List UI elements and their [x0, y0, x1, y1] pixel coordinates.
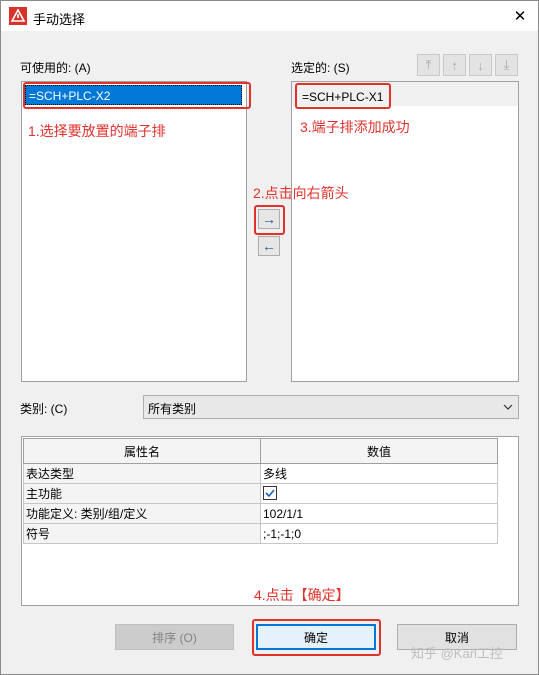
- arrow-left-icon: ←: [262, 238, 276, 254]
- property-name: 主功能: [23, 483, 261, 504]
- manual-selection-dialog: 手动选择 ✕ 可使用的: (A) 选定的: (S) ⤒ ↑ ↓ ⤓ =SCH+P…: [0, 0, 539, 675]
- table-row[interactable]: 符号 ;-1;-1;0: [23, 523, 498, 544]
- move-bottom-button[interactable]: ⤓: [495, 54, 518, 76]
- property-value[interactable]: ;-1;-1;0: [260, 523, 498, 544]
- eplan-app-icon: [9, 7, 27, 25]
- table-row[interactable]: 主功能: [23, 483, 498, 504]
- column-header-name: 属性名: [23, 438, 261, 464]
- annotation-step4: 4.点击【确定】: [254, 587, 350, 603]
- property-name: 表达类型: [23, 463, 261, 484]
- annotation-box-ok-button: [252, 619, 381, 656]
- category-label: 类别: (C): [20, 402, 68, 416]
- property-value[interactable]: 102/1/1: [260, 503, 498, 524]
- remove-left-button[interactable]: ←: [258, 236, 280, 256]
- column-header-value: 数值: [260, 438, 498, 464]
- available-label: 可使用的: (A): [20, 61, 91, 75]
- properties-header-row: 属性名 数值: [23, 438, 498, 464]
- category-select[interactable]: 所有类别: [143, 395, 519, 419]
- property-value[interactable]: [260, 483, 498, 504]
- table-row[interactable]: 功能定义: 类别/组/定义 102/1/1: [23, 503, 498, 524]
- property-value[interactable]: 多线: [260, 463, 498, 484]
- annotation-step2: 2.点击向右箭头: [253, 185, 349, 201]
- move-down-button[interactable]: ↓: [469, 54, 492, 76]
- sort-button[interactable]: 排序 (O): [115, 624, 234, 650]
- selected-label: 选定的: (S): [291, 61, 350, 75]
- main-function-checkbox[interactable]: [263, 485, 277, 500]
- watermark: 知乎 @Karl工控: [411, 646, 503, 661]
- annotation-box-available-item: [23, 82, 251, 109]
- arrow-down-icon: ↓: [477, 57, 484, 73]
- move-top-icon: ⤒: [425, 57, 432, 72]
- window-title: 手动选择: [33, 12, 86, 27]
- checkmark-icon: [265, 489, 275, 498]
- move-top-button[interactable]: ⤒: [417, 54, 440, 76]
- title-bar: 手动选择 ✕: [1, 1, 538, 31]
- arrow-up-icon: ↑: [451, 57, 458, 73]
- close-button[interactable]: ✕: [508, 5, 532, 27]
- annotation-step3: 3.端子排添加成功: [300, 119, 410, 135]
- property-name: 符号: [23, 523, 261, 544]
- move-up-button[interactable]: ↑: [443, 54, 466, 76]
- table-row[interactable]: 表达类型 多线: [23, 463, 498, 484]
- annotation-box-right-arrow: [254, 205, 285, 235]
- move-bottom-icon: ⤓: [503, 57, 510, 72]
- category-select-value: 所有类别: [148, 402, 197, 416]
- properties-table: 属性名 数值 表达类型 多线 主功能 功能定义: 类别/组/定义 102/1/1…: [23, 438, 498, 544]
- annotation-step1: 1.选择要放置的端子排: [28, 123, 166, 139]
- chevron-down-icon: [503, 404, 513, 410]
- properties-grid: 属性名 数值 表达类型 多线 主功能 功能定义: 类别/组/定义 102/1/1…: [21, 436, 519, 606]
- property-name: 功能定义: 类别/组/定义: [23, 503, 261, 524]
- close-icon: ✕: [513, 8, 527, 25]
- annotation-box-selected-item: [295, 83, 391, 109]
